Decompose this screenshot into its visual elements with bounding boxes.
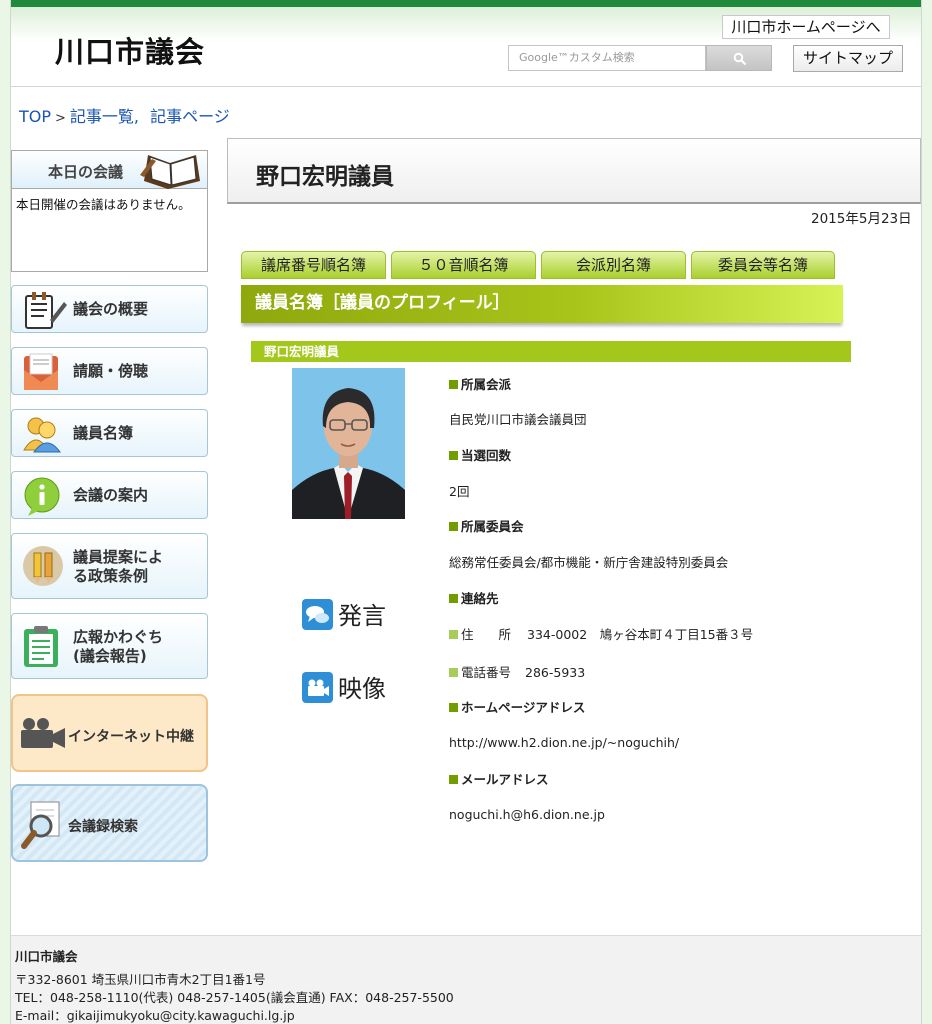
speech-link-label: 発言 <box>338 602 386 630</box>
bullet-square <box>449 668 458 677</box>
sidebar-item-label: 議員名簿 <box>73 424 134 442</box>
internet-broadcast-button[interactable]: インターネット中継 <box>11 694 208 772</box>
search-input[interactable]: Google™カスタム検索 <box>508 45 706 71</box>
sitemap-button[interactable]: サイトマップ <box>793 45 903 72</box>
page-title-box: 野口宏明議員 <box>227 138 921 204</box>
elected-heading: 当選回数 <box>449 445 511 464</box>
sidebar-item-label: 議員提案によ る政策条例 <box>73 548 164 585</box>
video-icon <box>302 672 333 703</box>
site-header: 川口市議会 川口市ホームページへ Google™カスタム検索 サイトマップ <box>11 0 921 87</box>
member-name-bar: 野口宏明議員 <box>251 341 851 362</box>
tab-syllabary-order[interactable]: ５０音順名簿 <box>391 251 536 279</box>
bullet-square <box>449 775 458 784</box>
sidebar-item-label: 請願・傍聴 <box>73 362 149 380</box>
phone-label: 電話番号 <box>461 665 512 680</box>
notepad-icon <box>25 292 67 329</box>
today-meetings-header: 本日の会議 <box>12 151 207 189</box>
sidebar-item-petition[interactable]: 請願・傍聴 <box>11 347 208 395</box>
sidebar-item-members[interactable]: 議員名簿 <box>11 409 208 457</box>
update-date: 2015年5月23日 <box>811 211 912 227</box>
video-camera-icon <box>21 718 65 748</box>
address-label: 住 所 <box>461 627 512 642</box>
speech-bubble-icon <box>302 599 333 630</box>
minutes-search-label: 会議録検索 <box>68 819 138 835</box>
people-icon <box>23 417 61 453</box>
magnifier-document-icon <box>21 801 60 849</box>
footer-address: 〒332-8601 埼玉県川口市青木2丁目1番1号 <box>15 972 266 987</box>
footer-phone: TEL：048-258-1110(代表) 048-257-1405(議会直通) … <box>15 990 454 1005</box>
contact-heading: 連絡先 <box>449 588 499 607</box>
sidebar-item-policy-ordinance[interactable]: 議員提案によ る政策条例 <box>11 533 208 599</box>
footer-email[interactable]: E-mail：gikaijimukyoku@city.kawaguchi.lg.… <box>15 1005 295 1024</box>
breadcrumb: TOP > 記事一覧, 記事ページ <box>19 103 230 127</box>
search-icon <box>733 52 747 66</box>
internet-broadcast-label: インターネット中継 <box>68 729 194 745</box>
page: 川口市議会 川口市ホームページへ Google™カスタム検索 サイトマップ TO… <box>10 0 922 1024</box>
tab-seat-order[interactable]: 議席番号順名簿 <box>241 251 386 279</box>
mail-address[interactable]: noguchi.h@h6.dion.ne.jp <box>449 807 605 822</box>
breadcrumb-separator: > <box>55 111 66 126</box>
page-title: 野口宏明議員 <box>256 164 394 190</box>
bullet-square <box>449 630 458 639</box>
today-meetings-title: 本日の会議 <box>48 163 124 181</box>
today-meetings-text: 本日開催の会議はありません。 <box>16 197 191 212</box>
committee-value: 総務常任委員会/都市機能・新庁舎建設特別委員会 <box>449 555 729 570</box>
bullet-square <box>449 380 458 389</box>
city-home-link[interactable]: 川口市ホームページへ <box>722 15 890 39</box>
footer-org-name: 川口市議会 <box>15 949 78 964</box>
address-row: 住 所 334-0002 鳩ヶ谷本町４丁目15番３号 <box>449 624 753 643</box>
clipboard-icon <box>24 626 58 667</box>
site-title[interactable]: 川口市議会 <box>55 29 205 71</box>
pencils-icon <box>23 546 63 586</box>
elected-value: 2回 <box>449 484 470 499</box>
breadcrumb-top[interactable]: TOP <box>19 107 51 126</box>
section-title: 議員名簿［議員のプロフィール］ <box>241 285 843 323</box>
site-footer: 川口市議会 〒332-8601 埼玉県川口市青木2丁目1番1号 TEL：048-… <box>11 935 921 1024</box>
bullet-square <box>449 522 458 531</box>
today-meetings-box: 本日の会議 本日開催の会議はありません。 <box>11 150 208 272</box>
phone-row: 電話番号 286-5933 <box>449 662 585 681</box>
homepage-heading: ホームページアドレス <box>449 697 585 716</box>
sidebar-item-meeting-guide[interactable]: 会議の案内 <box>11 471 208 519</box>
mail-heading: メールアドレス <box>449 769 549 788</box>
sidebar-item-overview[interactable]: 議会の概要 <box>11 285 208 333</box>
book-icon <box>140 155 200 189</box>
tab-committee[interactable]: 委員会等名簿 <box>691 251 835 279</box>
sidebar-item-label: 会議の案内 <box>73 486 149 504</box>
faction-value: 自民党川口市議会議員団 <box>449 412 587 427</box>
sidebar-item-public-report[interactable]: 広報かわぐち (議会報告) <box>11 613 208 679</box>
committee-heading: 所属委員会 <box>449 516 524 535</box>
video-link-label: 映像 <box>338 675 386 703</box>
bullet-square <box>449 703 458 712</box>
faction-heading: 所属会派 <box>449 374 511 393</box>
minutes-search-button[interactable]: 会議録検索 <box>11 784 208 862</box>
breadcrumb-list[interactable]: 記事一覧, <box>70 107 139 126</box>
sidebar-item-label: 議会の概要 <box>73 300 149 318</box>
homepage-url[interactable]: http://www.h2.dion.ne.jp/~noguchih/ <box>449 735 679 750</box>
address-value: 334-0002 鳩ヶ谷本町４丁目15番３号 <box>527 627 754 642</box>
info-icon <box>24 477 60 516</box>
bullet-square <box>449 594 458 603</box>
breadcrumb-page[interactable]: 記事ページ <box>150 107 230 126</box>
phone-value: 286-5933 <box>525 665 586 680</box>
sidebar-item-label: 広報かわぐち (議会報告) <box>73 628 164 665</box>
tab-faction[interactable]: 会派別名簿 <box>541 251 686 279</box>
bullet-square <box>449 451 458 460</box>
search-button[interactable] <box>706 45 772 71</box>
envelope-icon <box>24 353 58 390</box>
member-photo <box>292 368 405 519</box>
